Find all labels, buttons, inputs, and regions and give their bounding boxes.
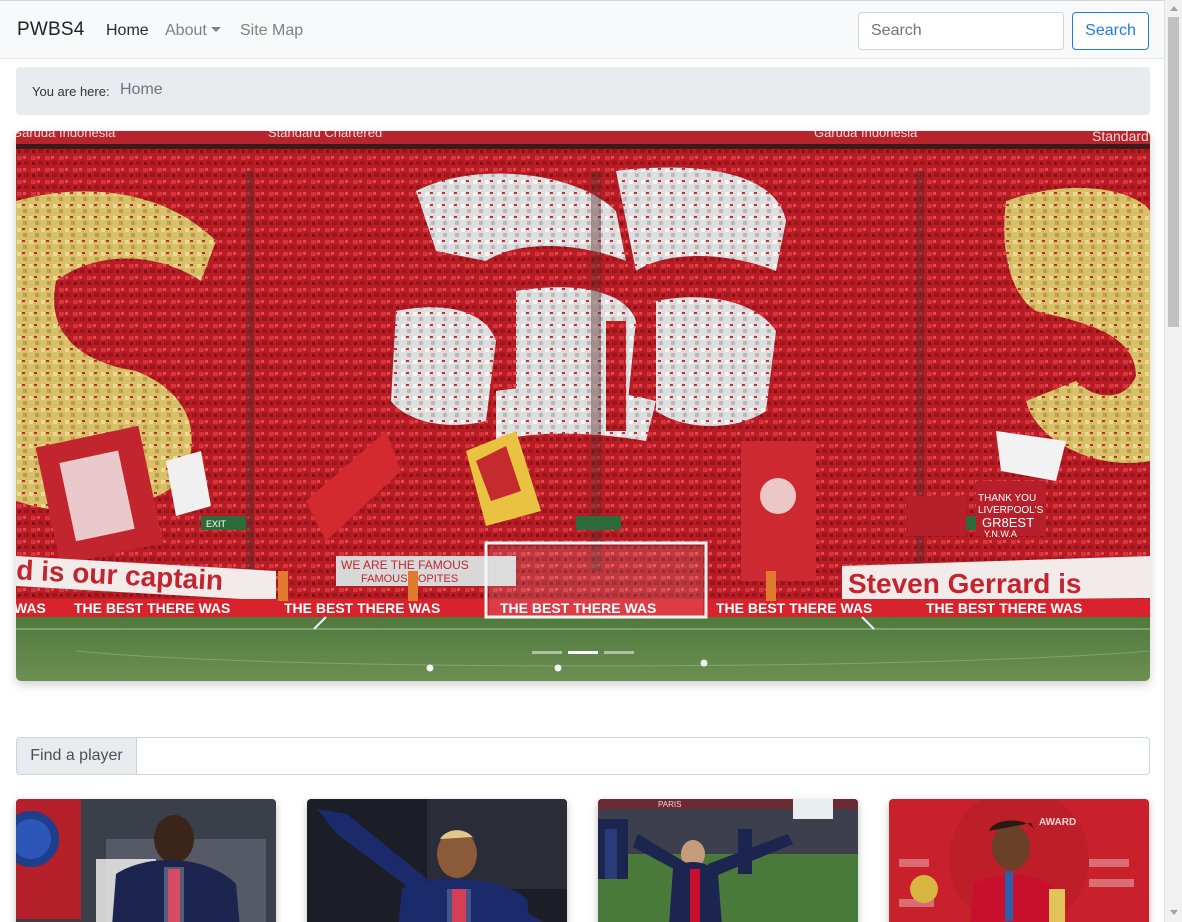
search-button[interactable]: Search — [1072, 12, 1149, 50]
sponsor-text-right: Garuda Indonesia — [814, 131, 918, 140]
carousel-indicator-3[interactable] — [604, 651, 634, 654]
banner-thanks-3: GR8EST — [982, 515, 1034, 530]
ad-board-text-2: THE BEST THERE WAS — [284, 600, 440, 616]
navbar: PWBS4 Home About Site Map Search — [0, 0, 1164, 59]
player-image-2 — [307, 799, 567, 922]
find-player-label: Find a player — [16, 737, 137, 775]
ad-board-text-1: THE BEST THERE WAS — [74, 600, 230, 616]
caret-down-icon — [210, 27, 221, 32]
carousel-slide-image: Garuda Indonesia Standard Chartered Garu… — [16, 131, 1150, 681]
nav-link-site-map[interactable]: Site Map — [240, 22, 303, 40]
breadcrumb: You are here: Home — [16, 67, 1150, 115]
scrollbar-thumb[interactable] — [1168, 17, 1179, 327]
nav-link-home[interactable]: Home — [106, 22, 149, 40]
player-card-2[interactable] — [307, 799, 567, 922]
carousel-indicator-1[interactable] — [532, 651, 562, 654]
exit-sign-text: EXIT — [206, 519, 227, 529]
hero-carousel[interactable]: Garuda Indonesia Standard Chartered Garu… — [16, 131, 1150, 681]
banner-thanks-4: Y.N.W.A — [984, 529, 1017, 539]
carousel-indicator-2[interactable] — [568, 651, 598, 654]
ad-board-text-4: THE BEST THERE WAS — [716, 600, 872, 616]
sponsor-text-center: Standard Chartered — [268, 131, 382, 140]
player-image-3: PARIS — [598, 799, 858, 922]
scroll-down-arrow-icon[interactable] — [1170, 910, 1178, 915]
page: PWBS4 Home About Site Map Search You are… — [0, 0, 1164, 922]
search-input[interactable] — [858, 12, 1064, 50]
brand-logo[interactable]: PWBS4 — [17, 19, 85, 41]
player-image-4: AWARD — [889, 799, 1149, 922]
ad-board-text-5: THE BEST THERE WAS — [926, 600, 1082, 616]
sponsor-text-left: Garuda Indonesia — [16, 131, 116, 140]
banner-gerrard-text: Steven Gerrard is — [848, 568, 1081, 599]
player-card-1[interactable] — [16, 799, 276, 922]
find-player-input[interactable] — [136, 737, 1150, 775]
svg-text:WAS: WAS — [16, 600, 46, 616]
banner-thanks-1: THANK YOU — [978, 493, 1036, 504]
sponsor-text-far-right: Standard — [1092, 131, 1149, 144]
card-4-award-text: AWARD — [1039, 817, 1076, 828]
breadcrumb-item-home: Home — [120, 81, 163, 98]
find-player-group: Find a player — [16, 737, 1150, 775]
scroll-up-arrow-icon[interactable] — [1170, 6, 1178, 11]
carousel-indicators — [532, 651, 634, 655]
player-card-4[interactable]: AWARD — [889, 799, 1149, 922]
nav-link-about-label: About — [165, 22, 207, 39]
page-scrollbar[interactable] — [1164, 0, 1182, 922]
nav-link-about[interactable]: About — [165, 22, 221, 40]
player-card-3[interactable]: PARIS — [598, 799, 858, 922]
breadcrumb-label: You are here: — [32, 84, 110, 99]
card-3-board-text: PARIS — [658, 800, 681, 809]
player-image-1 — [16, 799, 276, 922]
banner-famous-text: WE ARE THE FAMOUS — [341, 558, 469, 572]
